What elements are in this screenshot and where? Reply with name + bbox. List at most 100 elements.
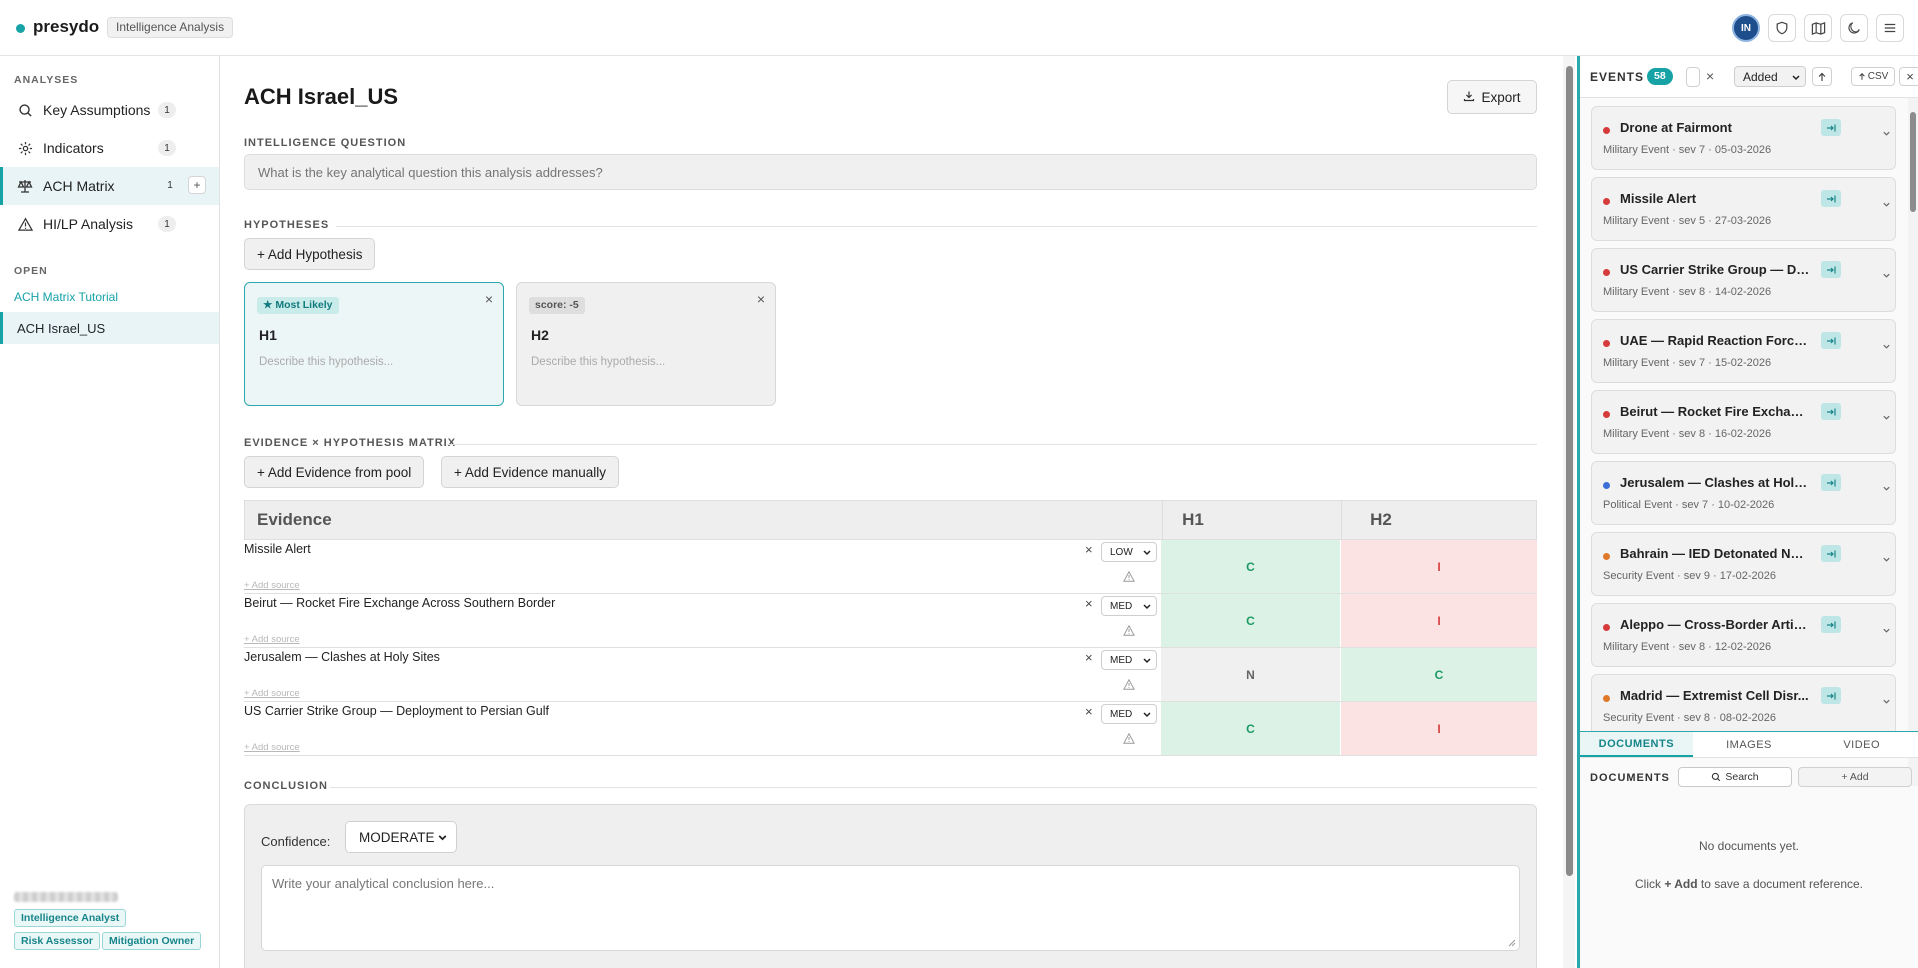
close-events-button[interactable]: × [1899, 67, 1918, 86]
chevron-down-icon[interactable] [1882, 268, 1891, 283]
list-item[interactable]: Jerusalem — Clashes at Holy ... Politica… [1591, 461, 1896, 525]
list-item[interactable]: Aleppo — Cross-Border Artill... Military… [1591, 603, 1896, 667]
tab-documents[interactable]: DOCUMENTS [1580, 732, 1693, 757]
tab-images[interactable]: IMAGES [1693, 732, 1806, 757]
warning-icon[interactable] [1123, 570, 1135, 585]
evidence-title[interactable]: Beirut — Rocket Fire Exchange Across Sou… [244, 596, 555, 610]
scrollbar-thumb[interactable] [1910, 112, 1916, 212]
open-analysis-item[interactable]: ACH Israel_US [0, 312, 219, 344]
add-to-analysis-icon[interactable] [1821, 261, 1841, 278]
list-item[interactable]: Drone at Fairmont Military Event · sev 7… [1591, 106, 1896, 170]
chevron-down-icon[interactable] [1882, 126, 1891, 141]
menu-icon[interactable] [1876, 14, 1904, 42]
intelligence-question-input[interactable] [244, 154, 1537, 190]
tab-video[interactable]: VIDEO [1805, 732, 1918, 757]
evidence-title[interactable]: Missile Alert [244, 542, 311, 556]
sort-direction-button[interactable] [1812, 67, 1832, 86]
shield-icon[interactable] [1768, 14, 1796, 42]
item-count-badge: 1 [167, 179, 173, 191]
matrix-cell-h1[interactable]: N [1161, 648, 1340, 701]
evidence-title[interactable]: Jerusalem — Clashes at Holy Sites [244, 650, 440, 664]
add-source-link[interactable]: + Add source [244, 688, 300, 699]
confidence-select[interactable]: MODERATE [345, 821, 457, 853]
matrix-cell-h2[interactable]: I [1341, 540, 1537, 593]
clear-search-button[interactable]: × [1706, 68, 1714, 84]
add-to-analysis-icon[interactable] [1821, 616, 1841, 633]
remove-hypothesis-button[interactable]: × [485, 291, 493, 307]
documents-search-button[interactable]: Search [1678, 767, 1792, 787]
sidebar-item-ach-matrix[interactable]: ACH Matrix 1 + [0, 167, 219, 205]
events-scrollbar[interactable] [1908, 98, 1918, 786]
list-item[interactable]: Bahrain — IED Detonated Nea... Security … [1591, 532, 1896, 596]
list-item[interactable]: UAE — Rapid Reaction Force ... Military … [1591, 319, 1896, 383]
remove-hypothesis-button[interactable]: × [757, 291, 765, 307]
add-evidence-manual-button[interactable]: + Add Evidence manually [441, 456, 619, 488]
chevron-down-icon[interactable] [1882, 623, 1891, 638]
chevron-down-icon[interactable] [1882, 339, 1891, 354]
matrix-cell-h1[interactable]: C [1161, 594, 1340, 647]
add-to-analysis-icon[interactable] [1821, 403, 1841, 420]
list-item[interactable]: Beirut — Rocket Fire Exchang... Military… [1591, 390, 1896, 454]
matrix-cell-h2[interactable]: I [1341, 594, 1537, 647]
hypothesis-card[interactable]: ★ Most Likely × H1 Describe this hypothe… [244, 282, 504, 406]
chevron-down-icon [1143, 550, 1151, 556]
add-evidence-pool-button[interactable]: + Add Evidence from pool [244, 456, 425, 488]
matrix-cell-h2[interactable]: C [1341, 648, 1537, 701]
hypothesis-name[interactable]: H1 [259, 327, 277, 343]
chevron-down-icon[interactable] [1882, 694, 1891, 709]
add-to-analysis-icon[interactable] [1821, 332, 1841, 349]
hypothesis-card[interactable]: score: -5 × H2 Describe this hypothesis.… [516, 282, 776, 406]
add-to-analysis-icon[interactable] [1821, 119, 1841, 136]
chevron-down-icon[interactable] [1882, 197, 1891, 212]
remove-evidence-button[interactable]: × [1085, 596, 1093, 611]
warning-icon[interactable] [1123, 732, 1135, 747]
add-document-button[interactable]: + Add [1798, 767, 1912, 787]
hypothesis-name[interactable]: H2 [531, 327, 549, 343]
sidebar-item-hilp-analysis[interactable]: HI/LP Analysis 1 [0, 206, 219, 242]
add-to-analysis-icon[interactable] [1821, 190, 1841, 207]
hypothesis-description[interactable]: Describe this hypothesis... [259, 356, 393, 368]
list-item[interactable]: Missile Alert Military Event · sev 5 · 2… [1591, 177, 1896, 241]
add-to-analysis-icon[interactable] [1821, 687, 1841, 704]
matrix-cell-h1[interactable]: C [1161, 702, 1340, 755]
sort-select[interactable]: Added [1734, 66, 1806, 87]
remove-evidence-button[interactable]: × [1085, 650, 1093, 665]
user-avatar[interactable]: IN [1732, 14, 1760, 42]
evidence-title[interactable]: US Carrier Strike Group — Deployment to … [244, 704, 549, 718]
export-button[interactable]: Export [1447, 80, 1537, 114]
brand-name[interactable]: presydo [33, 17, 99, 37]
warning-icon[interactable] [1123, 678, 1135, 693]
add-source-link[interactable]: + Add source [244, 742, 300, 753]
list-item[interactable]: Madrid — Extremist Cell Disr... Security… [1591, 674, 1896, 738]
weight-select[interactable]: MED [1101, 650, 1157, 670]
hypothesis-description[interactable]: Describe this hypothesis... [531, 356, 665, 368]
add-to-analysis-icon[interactable] [1821, 545, 1841, 562]
chevron-down-icon[interactable] [1882, 552, 1891, 567]
add-hypothesis-button[interactable]: + Add Hypothesis [244, 238, 376, 270]
matrix-cell-h1[interactable]: C [1161, 540, 1340, 593]
remove-evidence-button[interactable]: × [1085, 704, 1093, 719]
list-item[interactable]: US Carrier Strike Group — De... Military… [1591, 248, 1896, 312]
weight-select[interactable]: MED [1101, 704, 1157, 724]
warning-icon[interactable] [1123, 624, 1135, 639]
main-scrollbar[interactable] [1563, 56, 1575, 968]
remove-evidence-button[interactable]: × [1085, 542, 1093, 557]
tutorial-link[interactable]: ACH Matrix Tutorial [14, 290, 118, 304]
weight-select[interactable]: LOW [1101, 542, 1157, 562]
add-source-link[interactable]: + Add source [244, 634, 300, 645]
sidebar-item-indicators[interactable]: Indicators 1 [0, 130, 219, 166]
map-icon[interactable] [1804, 14, 1832, 42]
events-search-input[interactable] [1686, 67, 1700, 87]
export-csv-button[interactable]: CSV [1851, 67, 1895, 86]
conclusion-textarea[interactable]: Write your analytical conclusion here... [261, 865, 1520, 951]
weight-select[interactable]: MED [1101, 596, 1157, 616]
matrix-cell-h2[interactable]: I [1341, 702, 1537, 755]
chevron-down-icon[interactable] [1882, 410, 1891, 425]
add-ach-button[interactable]: + [188, 176, 206, 194]
chevron-down-icon[interactable] [1882, 481, 1891, 496]
add-to-analysis-icon[interactable] [1821, 474, 1841, 491]
sidebar-item-key-assumptions[interactable]: Key Assumptions 1 [0, 92, 219, 128]
scrollbar-thumb[interactable] [1566, 66, 1573, 876]
moon-icon[interactable] [1840, 14, 1868, 42]
add-source-link[interactable]: + Add source [244, 580, 300, 591]
